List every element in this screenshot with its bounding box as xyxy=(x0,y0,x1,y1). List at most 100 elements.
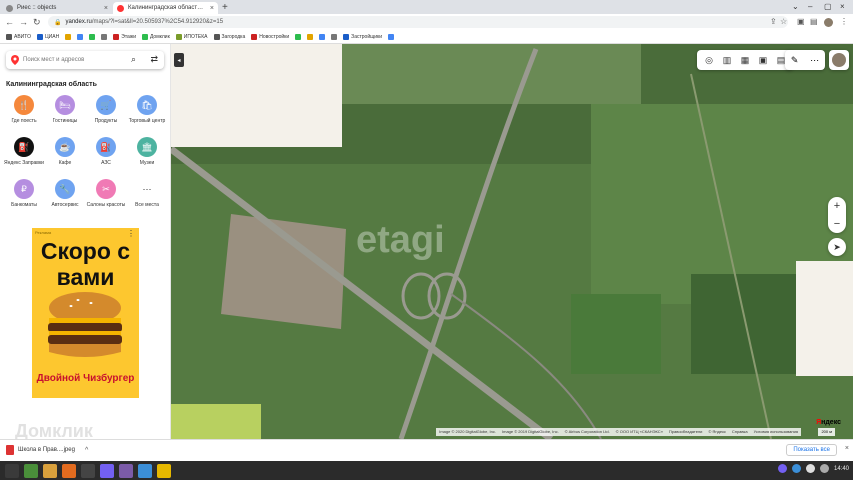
category-item[interactable]: ☕ Кафе xyxy=(45,137,85,166)
bookmark-item[interactable] xyxy=(307,33,314,40)
category-item[interactable]: 🔧 Автосервис xyxy=(45,179,85,208)
satellite-map[interactable]: etagi ◂ ◎ ▥ ▦ ▣ ▤ ✎ ⋯ + − ➤ Яндекс Image… xyxy=(171,44,853,439)
region-title: Калининградская область xyxy=(6,81,97,88)
network-tray-icon[interactable] xyxy=(791,464,801,473)
copyright-item: © Airbus Corporation Ltd. xyxy=(564,429,610,434)
tab-bar: Риес :: objects × Калининградская област… xyxy=(0,0,853,14)
viber-tray-icon[interactable] xyxy=(777,464,787,473)
ruler-icon[interactable]: ✎ xyxy=(791,55,799,66)
category-item[interactable]: 🏛 Музеи xyxy=(127,137,167,166)
bookmark-favicon-icon xyxy=(65,33,72,40)
copyright-item[interactable]: Справка xyxy=(732,429,748,435)
layers-icon[interactable]: ◎ xyxy=(703,54,715,66)
category-item[interactable]: 🛒 Продукты xyxy=(86,95,126,124)
bookmark-item[interactable]: ИПОТЕКА xyxy=(175,33,208,40)
bookmark-item[interactable]: Загородка xyxy=(213,33,245,40)
bookmark-item[interactable]: Домклик xyxy=(141,33,170,40)
url-field[interactable]: 🔒 yandex.ru /maps/?l=sat&ll=20.505937%2C… xyxy=(48,16,788,28)
copyright-item[interactable]: Условия использования xyxy=(754,429,798,435)
taskbar-app-icon[interactable] xyxy=(100,463,114,478)
os-taskbar: 14:40 xyxy=(0,461,853,480)
category-item[interactable]: 🍴 Где поесть xyxy=(4,95,44,124)
forward-icon[interactable]: → xyxy=(19,17,28,27)
bookmark-item[interactable]: Новостройки xyxy=(251,33,290,40)
zoom-in-button[interactable]: + xyxy=(834,200,840,212)
reading-list-icon[interactable]: ▤ xyxy=(810,17,818,26)
route-icon[interactable]: ⇄ xyxy=(150,54,158,65)
taskbar-app-icon[interactable] xyxy=(24,463,38,478)
copyright-item[interactable]: Правообладатели xyxy=(669,429,702,435)
zoom-out-button[interactable]: − xyxy=(834,218,840,230)
traffic-icon[interactable]: ▦ xyxy=(739,54,751,66)
category-item[interactable]: 🛏 Гостиницы xyxy=(45,95,85,124)
profile-avatar[interactable] xyxy=(824,18,833,27)
taskbar-app-icon[interactable] xyxy=(81,463,95,478)
keyboard-layout-icon[interactable] xyxy=(805,464,815,473)
panorama-icon[interactable]: ▥ xyxy=(721,54,733,66)
bookmark-item[interactable] xyxy=(89,33,96,40)
category-icon: 🛍 xyxy=(137,95,157,115)
tab-search-icon[interactable]: ⌄ xyxy=(792,2,799,11)
bookmark-item[interactable] xyxy=(295,33,302,40)
bookmark-favicon-icon xyxy=(101,33,108,40)
bookmark-item[interactable] xyxy=(331,33,338,40)
bookmark-item[interactable] xyxy=(319,33,326,40)
search-placeholder: Поиск мест и адресов xyxy=(23,57,85,63)
image-file-icon xyxy=(6,445,14,455)
close-window-button[interactable]: × xyxy=(840,2,845,11)
back-icon[interactable]: ← xyxy=(5,17,14,27)
taskbar-app-icon[interactable] xyxy=(62,463,76,478)
download-item[interactable]: Школа в Прав....jpeg ^ xyxy=(6,445,88,455)
bookmark-item[interactable] xyxy=(101,33,108,40)
ad-menu-icon[interactable]: ⋮ xyxy=(127,229,135,238)
taskbar-app-icon[interactable] xyxy=(138,463,152,478)
menu-icon[interactable]: ⋮ xyxy=(840,17,848,26)
ad-banner[interactable]: Реклама ⋮ Скоро с вами Двойной Чизбургер xyxy=(32,228,139,398)
search-input[interactable]: Поиск мест и адресов ⌕ ⇄ xyxy=(6,51,164,69)
bookmark-item[interactable] xyxy=(388,33,395,40)
bookmark-item[interactable]: ЦИАН xyxy=(36,33,59,40)
category-label: Торговый центр xyxy=(128,118,166,124)
bookmark-item[interactable] xyxy=(77,33,84,40)
volume-icon[interactable] xyxy=(819,464,829,473)
bookmark-star-icon[interactable]: ☆ xyxy=(780,17,787,26)
more-icon[interactable]: ⋯ xyxy=(810,55,819,66)
geolocation-button[interactable]: ➤ xyxy=(828,238,846,256)
chevron-up-icon[interactable]: ^ xyxy=(85,447,88,454)
maximize-button[interactable]: ▢ xyxy=(824,2,832,11)
tab-yandex-maps[interactable]: Калининградская област… × xyxy=(113,2,218,14)
category-item[interactable]: 🛍 Торговый центр xyxy=(127,95,167,124)
taskbar-app-icon[interactable] xyxy=(43,463,57,478)
tab-close-icon[interactable]: × xyxy=(104,5,108,12)
taskbar-app-icon[interactable] xyxy=(157,463,171,478)
show-all-downloads-button[interactable]: Показать все xyxy=(786,444,837,456)
bookmark-item[interactable]: АВИТО xyxy=(6,33,31,40)
category-item[interactable]: ₽ Банкоматы xyxy=(4,179,44,208)
minimize-button[interactable]: – xyxy=(808,2,812,11)
taskbar-app-icon[interactable] xyxy=(119,463,133,478)
search-icon[interactable]: ⌕ xyxy=(131,54,136,65)
extension-icon[interactable]: ▣ xyxy=(797,17,805,26)
taskbar-app-icon[interactable] xyxy=(5,463,19,478)
bookmark-item[interactable]: Этажи xyxy=(113,33,136,40)
bookmark-item[interactable] xyxy=(65,33,72,40)
bookmark-item[interactable]: Застройщики xyxy=(343,33,382,40)
category-item[interactable]: ✂ Салоны красоты xyxy=(86,179,126,208)
new-tab-button[interactable]: + xyxy=(222,2,228,13)
bookmark-label: Новостройки xyxy=(259,33,290,40)
unloaded-tile xyxy=(171,44,342,147)
user-avatar-button[interactable] xyxy=(829,50,849,70)
close-downloads-icon[interactable]: × xyxy=(845,445,849,452)
url-path: /maps/?l=sat&ll=20.505937%2C54.912920&z=… xyxy=(91,19,224,25)
tab-objects[interactable]: Риес :: objects × xyxy=(2,2,112,14)
tab-close-icon[interactable]: × xyxy=(210,5,214,12)
category-label: Салоны красоты xyxy=(86,202,126,208)
category-item[interactable]: ⛽ Яндекс Заправки xyxy=(4,137,44,166)
transport-icon[interactable]: ▣ xyxy=(757,54,769,66)
category-item[interactable]: ⋯ Все места xyxy=(127,179,167,208)
copyright-item[interactable]: © Яндекс xyxy=(708,429,726,435)
category-item[interactable]: ⛽ АЗС xyxy=(86,137,126,166)
reload-icon[interactable]: ↻ xyxy=(33,17,41,28)
share-icon[interactable]: ⇪ xyxy=(770,17,777,26)
collapse-sidebar-button[interactable]: ◂ xyxy=(174,53,184,67)
